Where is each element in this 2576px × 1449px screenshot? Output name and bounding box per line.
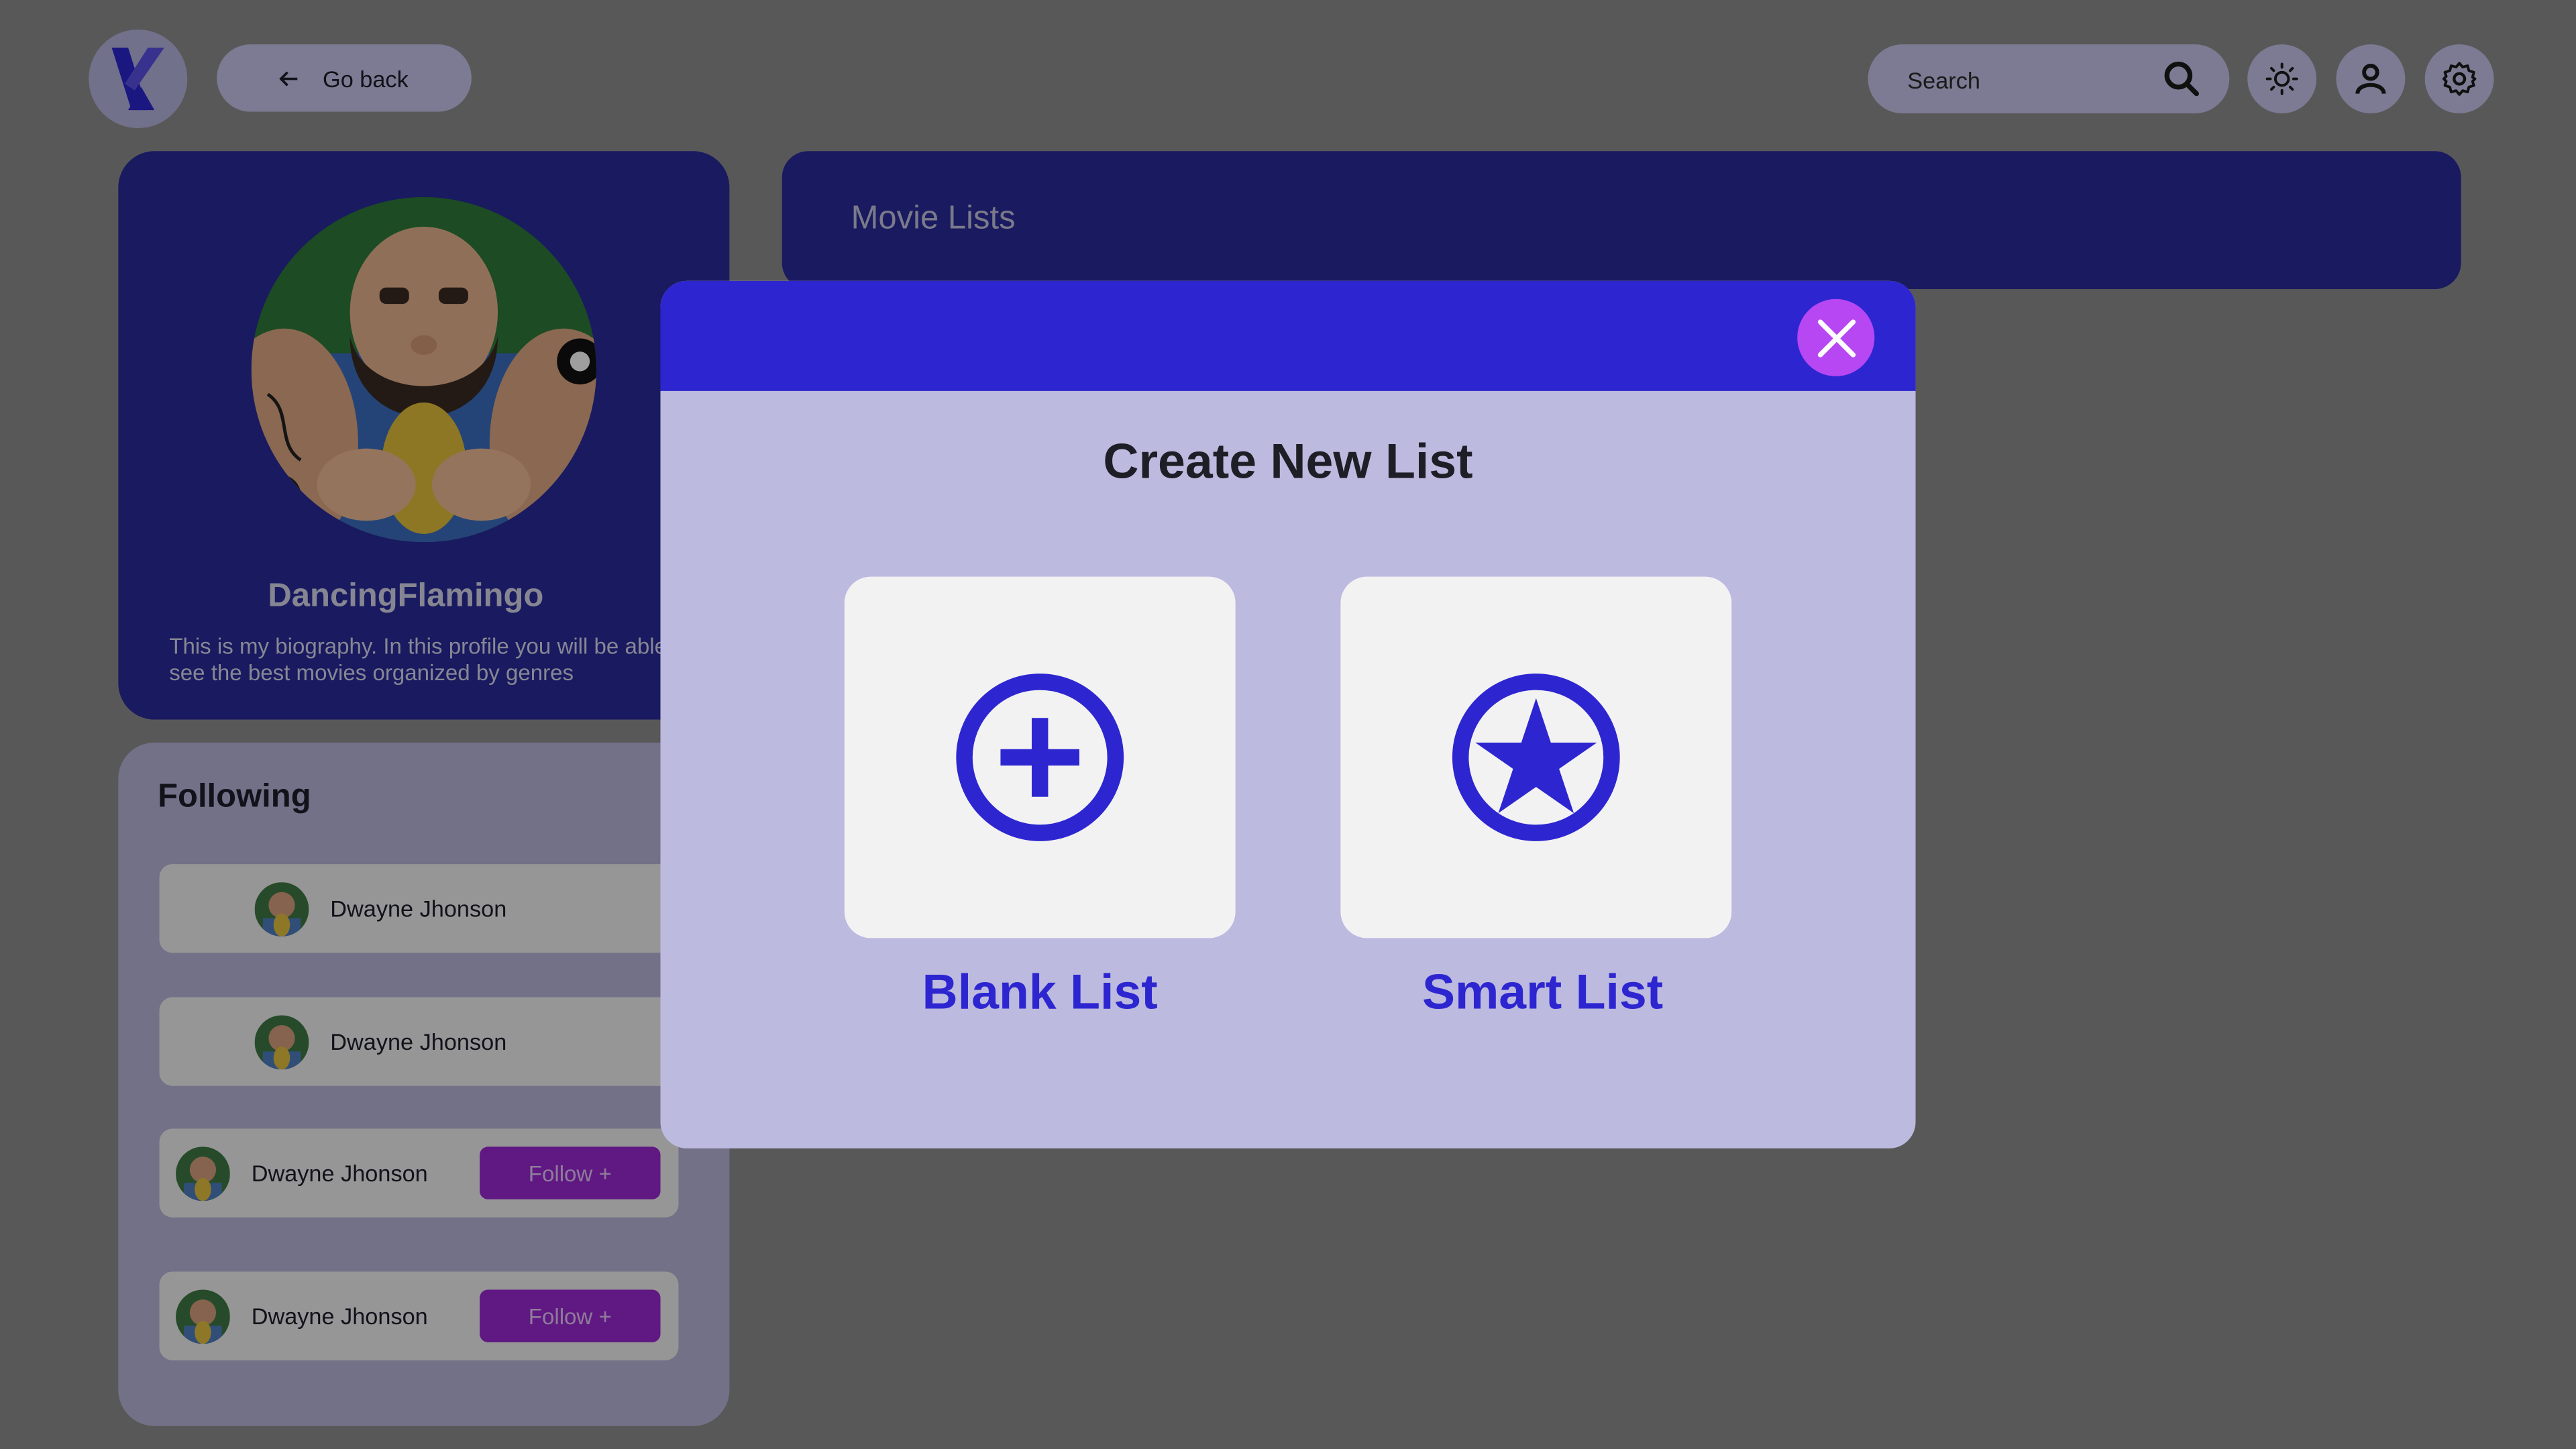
modal-header — [660, 280, 1916, 391]
smart-list-label[interactable]: Smart List — [1347, 966, 1738, 1022]
blank-list-option[interactable] — [844, 576, 1236, 938]
page: Go back Search DancingFlamingo This is m… — [0, 0, 2576, 1449]
close-icon — [1817, 319, 1855, 357]
star-circle-icon — [1452, 674, 1620, 841]
close-button[interactable] — [1797, 299, 1875, 376]
blank-list-label[interactable]: Blank List — [845, 966, 1236, 1022]
create-list-modal: Create New List Blank List Smart List — [660, 280, 1916, 1148]
plus-circle-icon — [956, 674, 1124, 841]
smart-list-option[interactable] — [1340, 576, 1732, 938]
modal-title: Create New List — [1103, 435, 1473, 490]
